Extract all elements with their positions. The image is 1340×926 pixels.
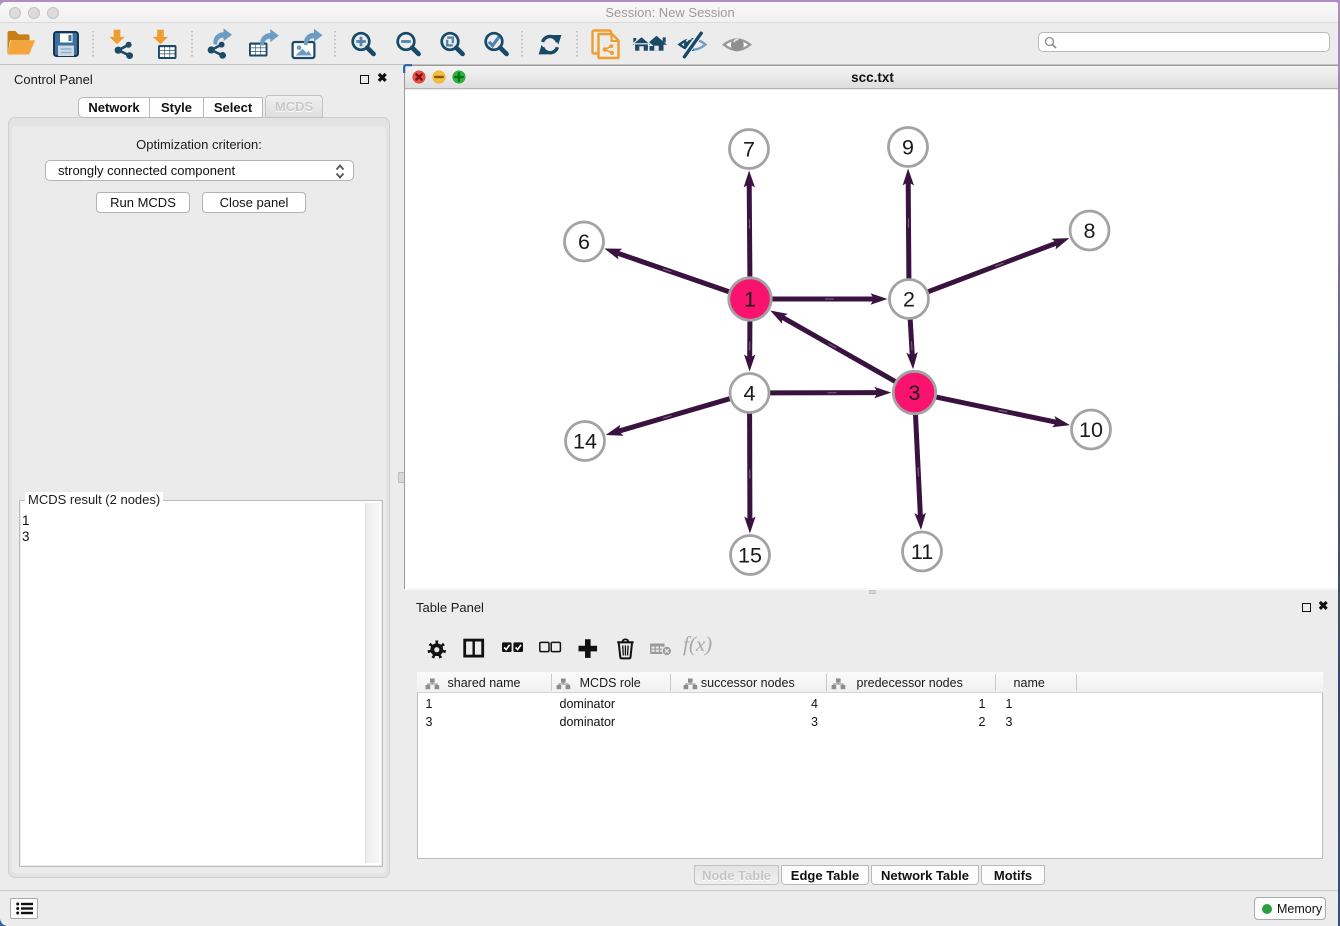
svg-text:2: 2 — [903, 288, 915, 312]
svg-text:14: 14 — [573, 430, 597, 454]
svg-text:15: 15 — [738, 544, 762, 568]
svg-text:11: 11 — [911, 540, 933, 564]
svg-text:8: 8 — [1084, 219, 1096, 243]
svg-text:9: 9 — [902, 136, 914, 160]
svg-text:1: 1 — [744, 288, 756, 312]
svg-text:3: 3 — [909, 381, 921, 405]
svg-text:6: 6 — [578, 230, 590, 254]
svg-text:4: 4 — [744, 382, 756, 406]
svg-text:10: 10 — [1079, 418, 1103, 442]
svg-text:7: 7 — [743, 138, 755, 162]
